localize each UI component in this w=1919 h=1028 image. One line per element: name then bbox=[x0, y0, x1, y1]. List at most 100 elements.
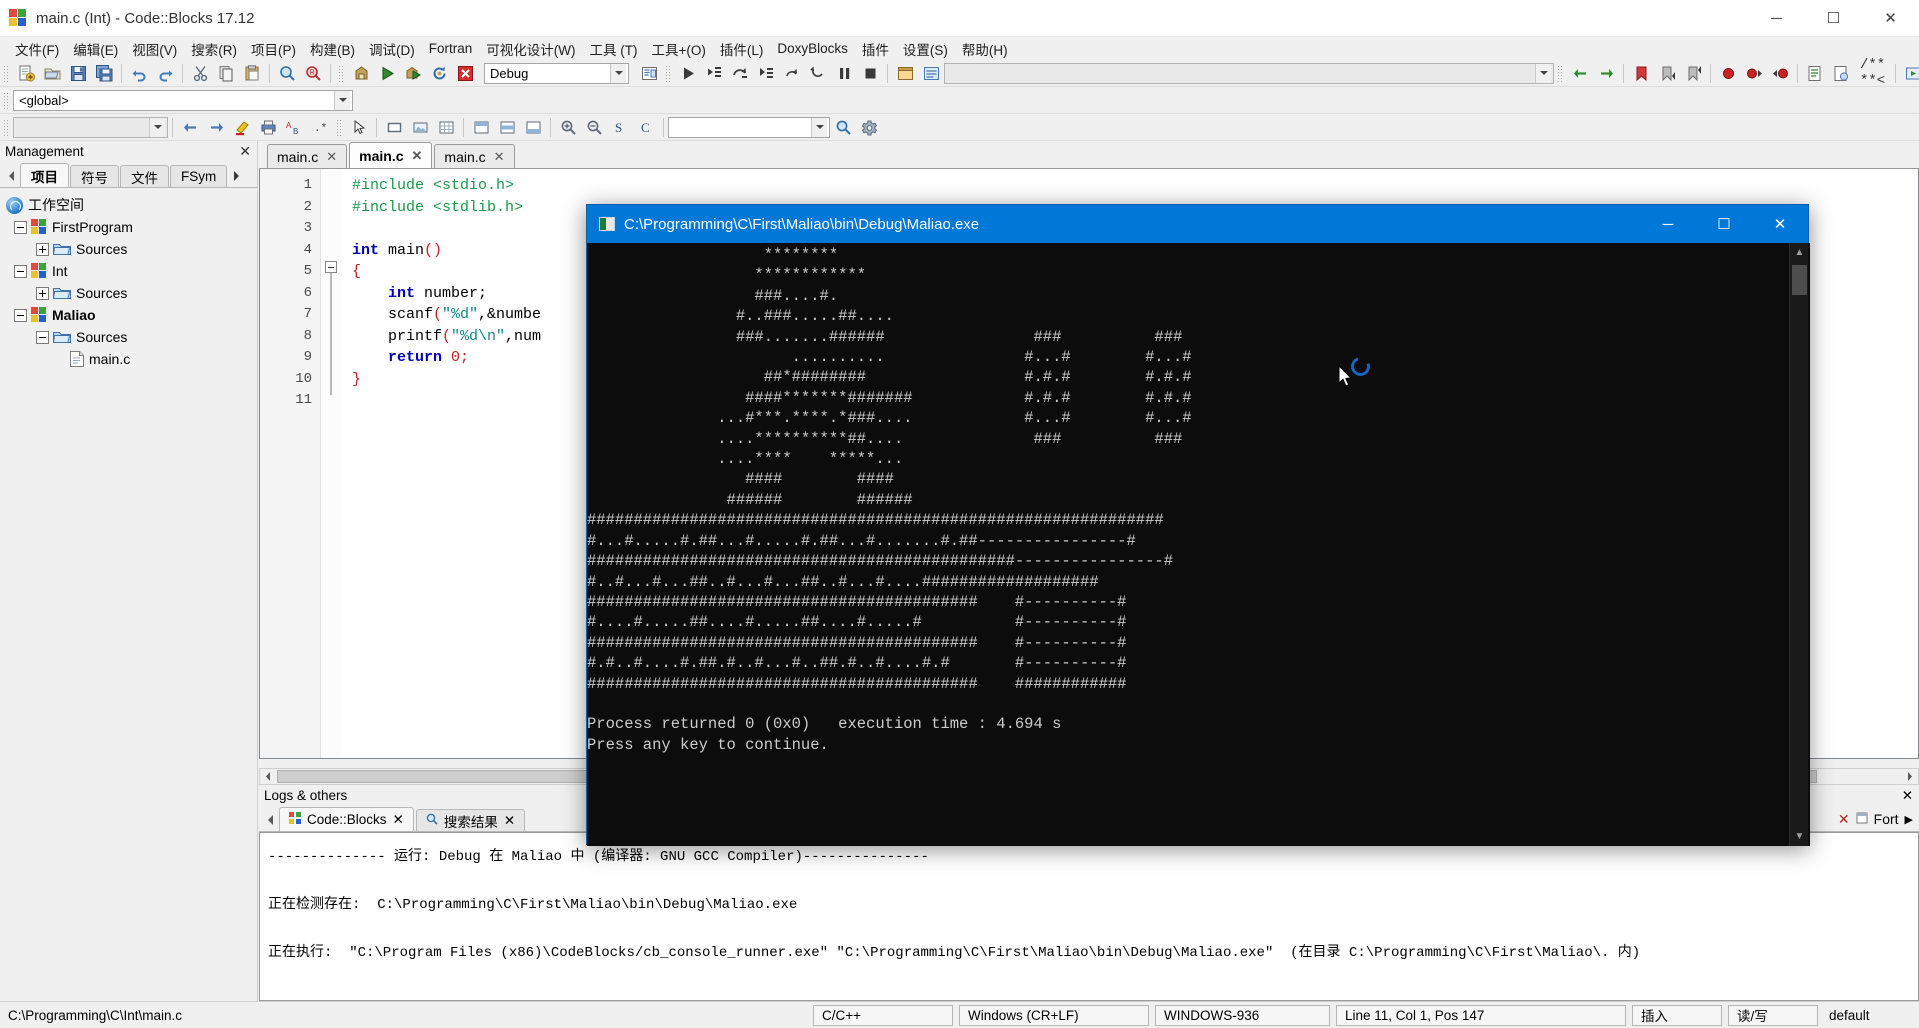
show-build-messages-icon[interactable] bbox=[637, 62, 661, 85]
menu-tools[interactable]: 工具 (T) bbox=[583, 37, 645, 61]
chevron-down-icon[interactable] bbox=[811, 117, 827, 137]
debugging-windows-icon[interactable] bbox=[893, 62, 917, 85]
zoom-in-icon[interactable] bbox=[556, 116, 580, 139]
close-icon[interactable]: ✕ bbox=[239, 143, 251, 160]
abort-icon[interactable] bbox=[453, 62, 477, 85]
close-icon[interactable]: ✕ bbox=[1902, 788, 1913, 804]
various-info-icon[interactable] bbox=[919, 62, 943, 85]
regex-icon[interactable]: .* bbox=[308, 116, 332, 139]
maximize-button[interactable]: ☐ bbox=[1805, 0, 1862, 37]
logs-scroll-right-icon[interactable]: ▶ bbox=[1905, 813, 1913, 826]
debug-run-icon[interactable] bbox=[676, 62, 700, 85]
collapse-toggle-icon[interactable] bbox=[14, 264, 27, 278]
doxy-run-icon[interactable] bbox=[1901, 62, 1919, 85]
debug-next-instruction-icon[interactable] bbox=[780, 62, 804, 85]
toolbar-symbol-combo[interactable] bbox=[944, 62, 1554, 84]
replace-icon[interactable]: R bbox=[301, 62, 325, 85]
menu-plugin2[interactable]: 插件 bbox=[855, 37, 896, 61]
close-button[interactable]: ✕ bbox=[1862, 0, 1919, 37]
tree-item-firstprogram[interactable]: FirstProgram bbox=[6, 216, 257, 238]
close-icon[interactable]: ✕ bbox=[504, 813, 515, 829]
layout-bottom-icon[interactable] bbox=[521, 116, 545, 139]
console-minimize-button[interactable]: ─ bbox=[1640, 205, 1696, 243]
close-icon[interactable]: ✕ bbox=[494, 149, 505, 165]
tree-item-maliao[interactable]: Maliao bbox=[6, 304, 257, 326]
printer-icon[interactable] bbox=[256, 116, 280, 139]
tree-item-workspace[interactable]: 工作空间 bbox=[6, 194, 257, 216]
logs-scroll-left-icon[interactable] bbox=[263, 809, 279, 831]
debug-step-over-icon[interactable] bbox=[728, 62, 752, 85]
scroll-right-icon[interactable] bbox=[1901, 769, 1918, 784]
tab-scroll-left-icon[interactable] bbox=[4, 165, 20, 187]
expand-toggle-icon[interactable] bbox=[36, 242, 49, 256]
expand-toggle-icon[interactable] bbox=[36, 286, 49, 300]
logs-tab-search-results[interactable]: 搜索结果 ✕ bbox=[415, 809, 526, 831]
toolbar-grip[interactable] bbox=[2, 91, 10, 109]
scroll-up-icon[interactable]: ▲ bbox=[1790, 243, 1809, 262]
toolbar-grip[interactable] bbox=[1556, 64, 1564, 82]
tab-files[interactable]: 文件 bbox=[120, 165, 169, 187]
console-scrollbar[interactable]: ▲ ▼ bbox=[1789, 243, 1808, 846]
debug-step-into-icon[interactable] bbox=[702, 62, 726, 85]
menu-tools-plus[interactable]: 工具+(O) bbox=[645, 37, 713, 61]
tree-item-maliao-sources[interactable]: Sources bbox=[6, 326, 257, 348]
menu-plugins[interactable]: 插件(L) bbox=[713, 37, 771, 61]
rect-icon[interactable] bbox=[382, 116, 406, 139]
new-file-icon[interactable] bbox=[14, 62, 38, 85]
build-log-output[interactable]: -------------- 运行: Debug 在 Maliao 中 (编译器… bbox=[259, 832, 1919, 1001]
tree-item-mainc[interactable]: main.c bbox=[6, 348, 257, 370]
zoom-out-icon[interactable] bbox=[582, 116, 606, 139]
toolbar-grip[interactable] bbox=[2, 64, 10, 82]
tree-item-int[interactable]: Int bbox=[6, 260, 257, 282]
find-icon[interactable] bbox=[275, 62, 299, 85]
debug-stop-icon[interactable] bbox=[858, 62, 882, 85]
run-icon[interactable] bbox=[375, 62, 399, 85]
chevron-down-icon[interactable] bbox=[149, 117, 165, 137]
forward-icon[interactable] bbox=[1594, 62, 1618, 85]
redo-icon[interactable] bbox=[153, 62, 177, 85]
tree-item-firstprogram-sources[interactable]: Sources bbox=[6, 238, 257, 260]
menu-view[interactable]: 视图(V) bbox=[125, 37, 184, 61]
scroll-left-icon[interactable] bbox=[260, 769, 277, 784]
breakpoint-next-icon[interactable] bbox=[1768, 62, 1792, 85]
toolbar-grip[interactable] bbox=[664, 64, 672, 82]
scrollbar-thumb[interactable] bbox=[1792, 265, 1807, 295]
menu-edit[interactable]: 编辑(E) bbox=[66, 37, 125, 61]
debug-break-icon[interactable] bbox=[832, 62, 856, 85]
console-maximize-button[interactable]: ☐ bbox=[1696, 205, 1752, 243]
editor-tab-2[interactable]: main.c ✕ bbox=[349, 142, 433, 168]
grid-icon[interactable] bbox=[434, 116, 458, 139]
bookmark-toggle-icon[interactable] bbox=[1629, 62, 1653, 85]
tab-fsymbols[interactable]: FSym bbox=[170, 165, 228, 187]
minimize-button[interactable]: ─ bbox=[1748, 0, 1805, 37]
layout-mid-icon[interactable] bbox=[495, 116, 519, 139]
chevron-down-icon[interactable] bbox=[610, 63, 626, 83]
search-go-icon[interactable] bbox=[831, 116, 855, 139]
editor-tab-1[interactable]: main.c ✕ bbox=[267, 144, 348, 168]
breakpoint-toggle-icon[interactable] bbox=[1716, 62, 1740, 85]
save-icon[interactable] bbox=[66, 62, 90, 85]
toolbar-grip[interactable] bbox=[2, 118, 10, 136]
tab-scroll-right-icon[interactable] bbox=[228, 165, 244, 187]
search-input[interactable] bbox=[668, 116, 830, 138]
collapse-toggle-icon[interactable] bbox=[36, 330, 49, 344]
console-output[interactable]: ******** ************ ###....#. #..###..… bbox=[587, 243, 1810, 846]
rebuild-icon[interactable] bbox=[427, 62, 451, 85]
close-icon[interactable]: ✕ bbox=[326, 149, 337, 165]
chevron-down-icon[interactable] bbox=[334, 90, 350, 110]
logs-right-label[interactable]: Fort bbox=[1874, 811, 1899, 827]
menu-build[interactable]: 构建(B) bbox=[303, 37, 362, 61]
menu-doxyblocks[interactable]: DoxyBlocks bbox=[770, 39, 855, 58]
chevron-down-icon[interactable] bbox=[1535, 63, 1551, 83]
tab-symbols[interactable]: 符号 bbox=[70, 165, 119, 187]
select-pointer-icon[interactable] bbox=[347, 116, 371, 139]
image-icon[interactable] bbox=[408, 116, 432, 139]
paste-icon[interactable] bbox=[240, 62, 264, 85]
scope-select[interactable]: <global> bbox=[13, 89, 353, 111]
cut-icon[interactable] bbox=[188, 62, 212, 85]
bookmark-prev-icon[interactable] bbox=[1655, 62, 1679, 85]
menu-file[interactable]: 文件(F) bbox=[8, 37, 66, 61]
highlight-icon[interactable] bbox=[230, 116, 254, 139]
console-close-button[interactable]: ✕ bbox=[1752, 205, 1808, 243]
back-icon[interactable] bbox=[1568, 62, 1592, 85]
